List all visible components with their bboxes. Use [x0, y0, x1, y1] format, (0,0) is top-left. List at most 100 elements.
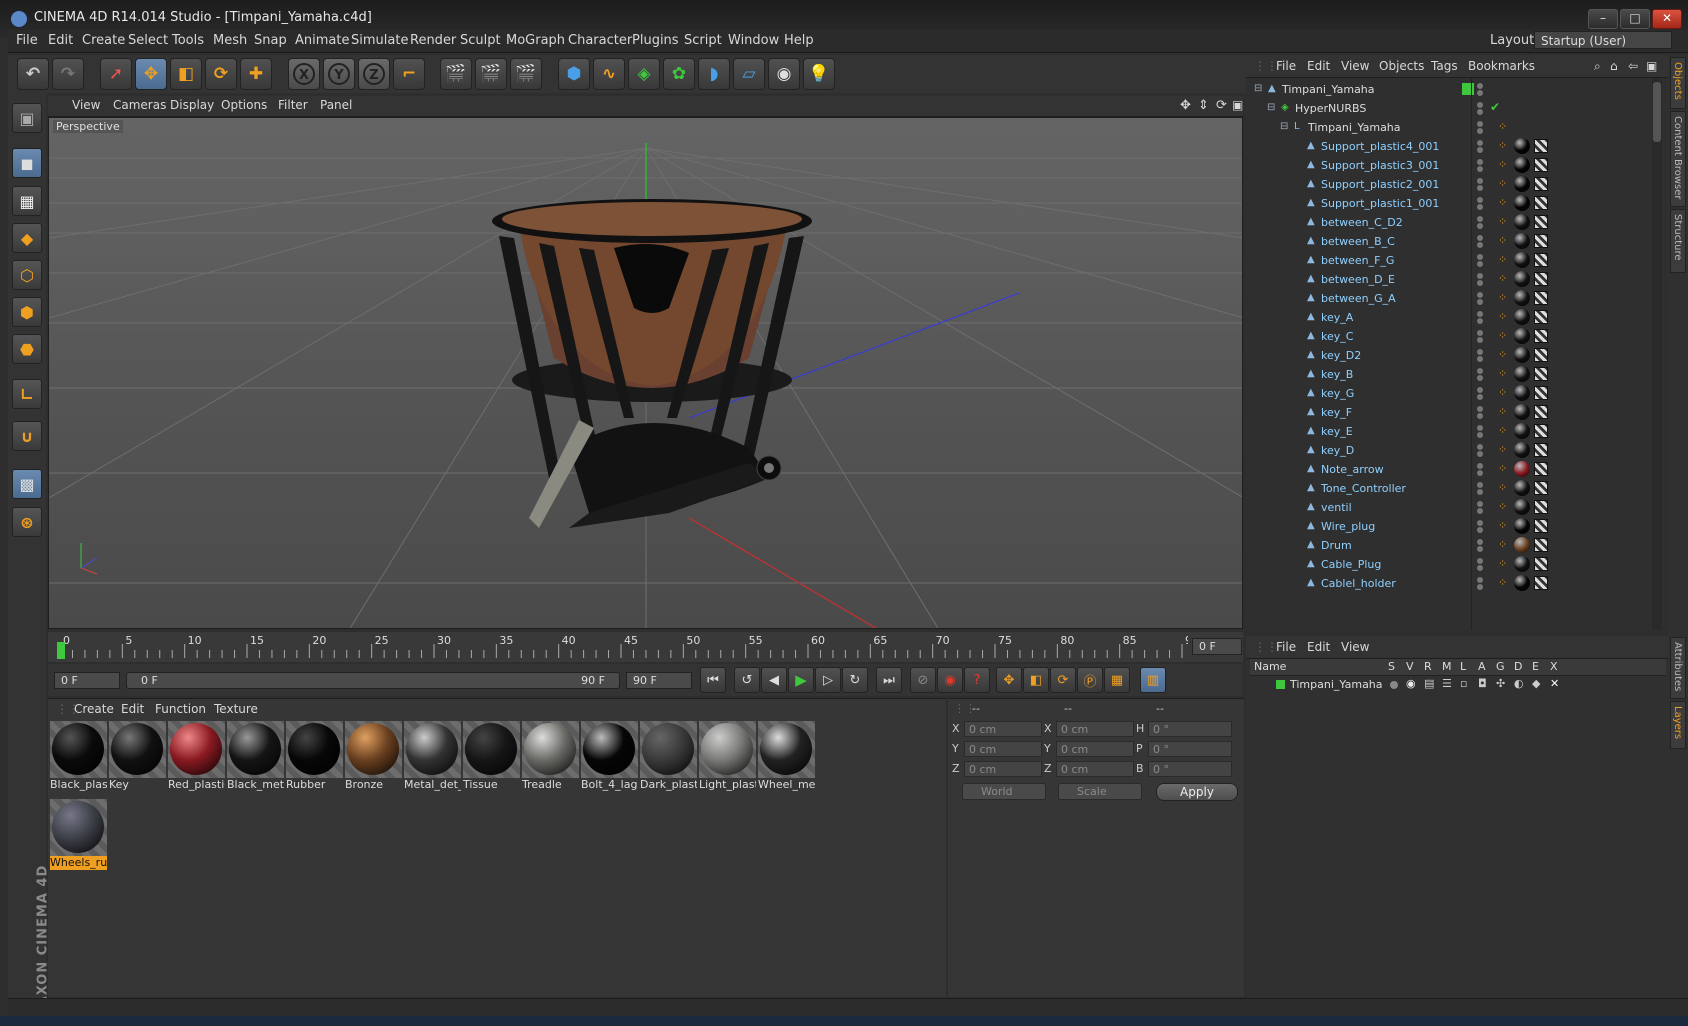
position-z-field[interactable]: 0 cm — [964, 761, 1042, 777]
objects-menu-bookmarks[interactable]: Bookmarks — [1468, 59, 1535, 73]
start-frame-field[interactable]: 0 F — [54, 672, 120, 689]
tab-layers[interactable]: Layers — [1670, 701, 1686, 749]
collapse-icon[interactable]: ⊟ — [1254, 84, 1264, 94]
phong-tag-icon[interactable]: ⁘ — [1498, 121, 1510, 133]
redo-button[interactable]: ↷ — [52, 58, 84, 90]
object-name[interactable]: Timpani_Yamaha — [1308, 121, 1401, 134]
edges-mode-button[interactable]: ⬢ — [12, 297, 42, 327]
material-tag-icon[interactable] — [1514, 404, 1530, 420]
editor-visibility-dot[interactable] — [1477, 140, 1483, 146]
enabled-check-icon[interactable]: ✔ — [1490, 100, 1500, 114]
texture-tag-icon[interactable] — [1534, 158, 1548, 172]
phong-tag-icon[interactable]: ⁘ — [1498, 311, 1510, 323]
editor-visibility-dot[interactable] — [1477, 425, 1483, 431]
phong-tag-icon[interactable]: ⁘ — [1498, 349, 1510, 361]
material-swatch[interactable]: Tissue — [463, 721, 520, 793]
menu-file[interactable]: File — [16, 33, 38, 48]
material-swatch[interactable]: Wheel_met — [758, 721, 815, 793]
menu-render[interactable]: Render — [410, 33, 456, 48]
previous-frame-button[interactable]: ◀ — [761, 667, 787, 693]
layers-menu-edit[interactable]: Edit — [1307, 640, 1330, 654]
scale-tool-button[interactable]: ◧ — [170, 58, 202, 90]
tab-content-browser[interactable]: Content Browser — [1670, 111, 1686, 207]
editor-visibility-dot[interactable] — [1477, 539, 1483, 545]
phong-tag-icon[interactable]: ⁘ — [1498, 178, 1510, 190]
go-to-end-button[interactable]: ⏭ — [876, 667, 902, 693]
object-scrollbar[interactable] — [1652, 78, 1662, 630]
size-mode-dropdown[interactable]: Scale — [1058, 783, 1142, 800]
phong-tag-icon[interactable]: ⁘ — [1498, 159, 1510, 171]
play-button[interactable]: ▶ — [788, 667, 814, 693]
rotation-p-field[interactable]: 0 ° — [1148, 741, 1232, 757]
editor-visibility-dot[interactable] — [1477, 330, 1483, 336]
workplane-mode-button[interactable]: ◆ — [12, 223, 42, 253]
size-y-field[interactable]: 0 cm — [1056, 741, 1134, 757]
object-name[interactable]: Cable_Plug — [1321, 558, 1381, 571]
texture-tag-icon[interactable] — [1534, 557, 1548, 571]
object-row[interactable]: ▲ Cablel_holder ⁘ — [1250, 574, 1650, 594]
texture-tag-icon[interactable] — [1534, 386, 1548, 400]
add-deformer-button[interactable]: ◗ — [698, 58, 730, 90]
viewport-menu-filter[interactable]: Filter — [278, 98, 308, 112]
timpani-model[interactable] — [492, 199, 812, 528]
editor-visibility-dot[interactable] — [1477, 178, 1483, 184]
snap-button[interactable]: ▩ — [12, 469, 42, 499]
viewport-rotate-icon[interactable]: ⟳ — [1216, 98, 1227, 113]
phong-tag-icon[interactable]: ⁘ — [1498, 387, 1510, 399]
render-visibility-dot[interactable] — [1477, 109, 1483, 115]
texture-tag-icon[interactable] — [1534, 291, 1548, 305]
tweak-mode-button[interactable]: ∪ — [12, 421, 42, 451]
texture-tag-icon[interactable] — [1534, 538, 1548, 552]
x-axis-button[interactable]: X — [288, 58, 320, 90]
material-swatch[interactable]: Rubber — [286, 721, 343, 793]
menu-plugins[interactable]: Plugins — [632, 33, 679, 48]
material-tag-icon[interactable] — [1514, 309, 1530, 325]
phong-tag-icon[interactable]: ⁘ — [1498, 463, 1510, 475]
rotation-h-field[interactable]: 0 ° — [1148, 721, 1232, 737]
render-visibility-dot[interactable] — [1477, 527, 1483, 533]
texture-tag-icon[interactable] — [1534, 576, 1548, 590]
editor-visibility-dot[interactable] — [1477, 311, 1483, 317]
editor-visibility-dot[interactable] — [1477, 216, 1483, 222]
move-tool-button[interactable]: ✥ — [135, 58, 167, 90]
texture-tag-icon[interactable] — [1534, 310, 1548, 324]
size-x-field[interactable]: 0 cm — [1056, 721, 1134, 737]
phong-tag-icon[interactable]: ⁘ — [1498, 520, 1510, 532]
render-visibility-dot[interactable] — [1477, 185, 1483, 191]
editor-visibility-dot[interactable] — [1477, 83, 1483, 89]
axis-mode-button[interactable]: ∟ — [12, 379, 42, 409]
object-name[interactable]: key_F — [1321, 406, 1352, 419]
layer-col-name[interactable]: Name — [1254, 660, 1286, 673]
editor-visibility-dot[interactable] — [1477, 235, 1483, 241]
layout-dropdown[interactable]: Startup (User) — [1534, 31, 1672, 49]
texture-tag-icon[interactable] — [1534, 196, 1548, 210]
render-view-button[interactable]: 🎬 — [440, 58, 472, 90]
material-swatch[interactable]: Black_meta — [227, 721, 284, 793]
material-tag-icon[interactable] — [1514, 195, 1530, 211]
object-row[interactable]: ▲ between_G_A ⁘ — [1250, 289, 1650, 309]
texture-tag-icon[interactable] — [1534, 139, 1548, 153]
editor-visibility-dot[interactable] — [1477, 159, 1483, 165]
object-name[interactable]: Support_plastic2_001 — [1321, 178, 1439, 191]
menu-simulate[interactable]: Simulate — [351, 33, 408, 48]
editor-visibility-dot[interactable] — [1477, 121, 1483, 127]
object-name[interactable]: Support_plastic1_001 — [1321, 197, 1439, 210]
texture-tag-icon[interactable] — [1534, 405, 1548, 419]
render-visibility-dot[interactable] — [1477, 451, 1483, 457]
editor-visibility-dot[interactable] — [1477, 387, 1483, 393]
phong-tag-icon[interactable]: ⁘ — [1498, 501, 1510, 513]
texture-tag-icon[interactable] — [1534, 481, 1548, 495]
rotate-tool-button[interactable]: ⟳ — [205, 58, 237, 90]
deformer-icon[interactable]: ◐ — [1514, 677, 1524, 690]
home-icon[interactable]: ⌂ — [1610, 59, 1618, 73]
add-light-button[interactable]: 💡 — [803, 58, 835, 90]
editor-visibility-dot[interactable] — [1477, 254, 1483, 260]
render-visibility-dot[interactable] — [1477, 375, 1483, 381]
viewport-menu-view[interactable]: View — [72, 98, 100, 112]
material-menu-edit[interactable]: Edit — [121, 702, 144, 716]
layers-menu-view[interactable]: View — [1341, 640, 1369, 654]
layer-row[interactable]: Timpani_Yamaha ◉ ▤ ☰ ▫ ◘ ✣ ◐ ◆ ✕ — [1250, 676, 1666, 694]
scrollbar-thumb[interactable] — [1653, 82, 1661, 142]
add-array-button[interactable]: ✿ — [663, 58, 695, 90]
menu-edit[interactable]: Edit — [48, 33, 73, 48]
